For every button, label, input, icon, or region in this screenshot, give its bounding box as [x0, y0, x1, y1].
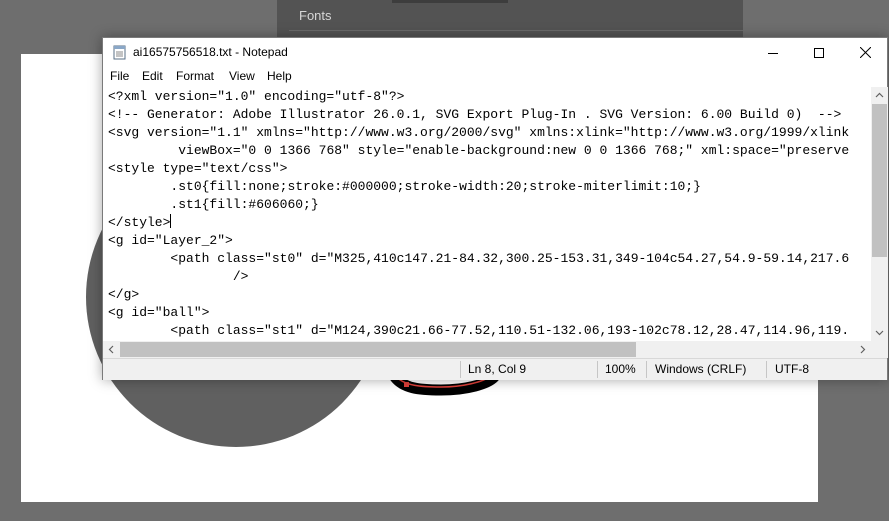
code-line: </style>	[108, 215, 171, 230]
scroll-left-icon[interactable]	[103, 341, 120, 358]
menu-help[interactable]: Help	[267, 69, 292, 83]
code-line: .st0{fill:none;stroke:#000000;stroke-wid…	[108, 179, 701, 194]
status-separator	[766, 361, 767, 378]
maximize-button[interactable]	[796, 38, 842, 67]
close-icon	[859, 47, 871, 58]
code-line: <g id="Layer_2">	[108, 233, 233, 248]
text-editor[interactable]: <?xml version="1.0" encoding="utf-8"?> <…	[103, 87, 870, 341]
code-line: <svg version="1.1" xmlns="http://www.w3.…	[108, 125, 850, 140]
close-button[interactable]	[842, 38, 888, 67]
scroll-down-icon[interactable]	[871, 324, 888, 341]
notepad-icon	[113, 45, 126, 60]
minimize-button[interactable]	[750, 38, 796, 67]
menu-edit[interactable]: Edit	[142, 69, 163, 83]
status-separator	[646, 361, 647, 378]
fonts-panel-divider	[289, 30, 743, 31]
code-line: </g>	[108, 287, 140, 302]
line-endings: Windows (CRLF)	[655, 362, 747, 376]
menu-bar: File Edit Format View Help	[103, 67, 887, 87]
editor-content[interactable]: <?xml version="1.0" encoding="utf-8"?> <…	[108, 88, 849, 340]
scrollbar-corner	[871, 341, 888, 358]
title-bar[interactable]: ai16575756518.txt - Notepad	[103, 38, 887, 67]
vertical-scroll-thumb[interactable]	[872, 104, 887, 257]
code-line: .st1{fill:#606060;}	[108, 197, 319, 212]
menu-file[interactable]: File	[110, 69, 129, 83]
code-line: <!-- Generator: Adobe Illustrator 26.0.1…	[108, 107, 842, 122]
text-caret	[170, 214, 172, 228]
scroll-right-icon[interactable]	[854, 341, 871, 358]
horizontal-scrollbar[interactable]	[103, 341, 871, 358]
file-encoding: UTF-8	[775, 362, 809, 376]
maximize-icon	[814, 47, 824, 58]
status-separator	[597, 361, 598, 378]
zoom-level: 100%	[605, 362, 636, 376]
background-panel	[277, 0, 743, 40]
scroll-up-icon[interactable]	[871, 87, 888, 104]
fonts-panel-label: Fonts	[299, 8, 332, 23]
anchor-point	[404, 382, 409, 387]
code-line: viewBox="0 0 1366 768" style="enable-bac…	[108, 143, 850, 158]
cursor-position: Ln 8, Col 9	[468, 362, 527, 376]
horizontal-scroll-thumb[interactable]	[120, 342, 636, 357]
code-line: <path class="st0" d="M325,410c147.21-84.…	[108, 251, 850, 266]
background-tab-strip	[392, 0, 508, 3]
code-line: <?xml version="1.0" encoding="utf-8"?>	[108, 89, 405, 104]
code-line: />	[108, 269, 249, 284]
status-separator	[460, 361, 461, 378]
code-line: <g id="ball">	[108, 305, 210, 320]
minimize-icon	[768, 52, 778, 54]
window-title: ai16575756518.txt - Notepad	[133, 45, 288, 59]
notepad-window[interactable]: ai16575756518.txt - Notepad File Edit Fo…	[102, 37, 888, 380]
menu-format[interactable]: Format	[176, 69, 214, 83]
menu-view[interactable]: View	[229, 69, 255, 83]
code-line: <path class="st1" d="M124,390c21.66-77.5…	[108, 323, 850, 338]
code-line: <style type="text/css">	[108, 161, 288, 176]
status-bar: Ln 8, Col 9 100% Windows (CRLF) UTF-8	[103, 358, 887, 380]
vertical-scrollbar[interactable]	[871, 87, 888, 341]
